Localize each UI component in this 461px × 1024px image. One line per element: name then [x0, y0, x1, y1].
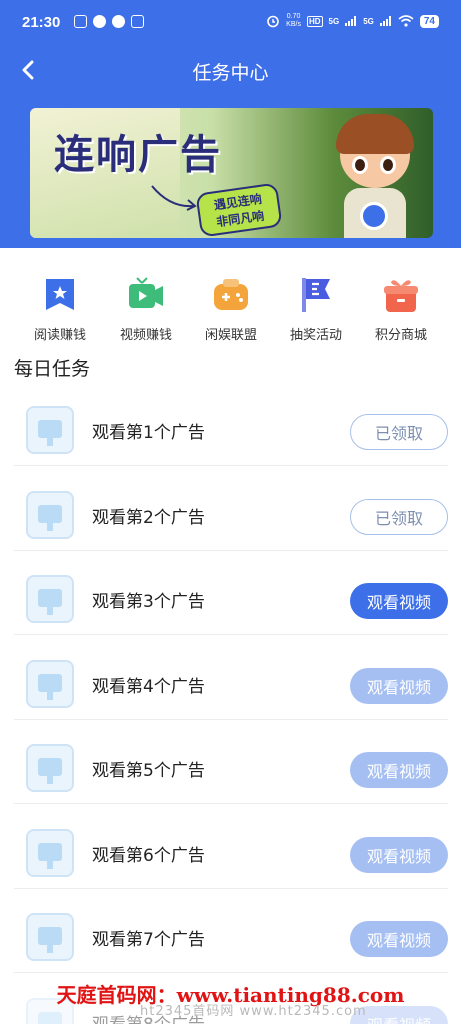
shortcut-read-earn[interactable]: 阅读赚钱	[20, 276, 100, 343]
claimed-button[interactable]: 已领取	[350, 414, 448, 450]
shortcut-leisure-alliance[interactable]: 闲娱联盟	[191, 276, 271, 343]
task-label: 观看第5个广告	[92, 761, 205, 781]
section-title: 每日任务	[14, 358, 91, 380]
ad-board-icon	[26, 659, 74, 708]
banner-subtitle: 遇见连响 非同凡响	[195, 182, 283, 238]
claimed-button[interactable]: 已领取	[350, 498, 448, 535]
shortcut-label: 阅读赚钱	[33, 328, 86, 343]
mascot-eye-left	[352, 156, 368, 174]
flag-icon	[302, 278, 330, 312]
ad-board-screen	[38, 589, 62, 607]
arrow-icon	[151, 185, 197, 211]
signal-bars-icon	[345, 16, 357, 26]
status-bar: 21:30 0.70 KB/s HD 5G 5G 74	[0, 0, 461, 48]
task-label: 观看第2个广告	[92, 507, 205, 528]
task-label: 观看第4个广告	[92, 676, 205, 697]
network-speed: 0.70 KB/s	[286, 13, 301, 29]
calendar-icon	[131, 15, 144, 28]
mascot-character	[330, 112, 420, 238]
video-icon	[129, 277, 163, 308]
task-label: 观看第1个广告	[92, 423, 205, 443]
gallery-icon	[74, 15, 87, 28]
mascot-hair	[336, 114, 414, 154]
wifi-icon	[398, 15, 414, 27]
net-speed-value: 0.70	[286, 13, 301, 20]
watch-video-button[interactable]: 观看视频	[350, 583, 448, 619]
watch-video-button[interactable]: 观看视频	[350, 667, 448, 704]
mascot-badge-icon	[360, 202, 388, 230]
status-indicators: 0.70 KB/s HD 5G 5G 74	[266, 13, 439, 29]
page-title: 任务中心	[192, 62, 269, 84]
ad-board-screen	[38, 842, 62, 861]
shortcut-points-mall[interactable]: 积分商城	[361, 276, 441, 343]
ad-board-screen	[38, 758, 62, 776]
header: 21:30 0.70 KB/s HD 5G 5G 74 任务中心 连响广告 遇见…	[0, 0, 461, 248]
shortcut-video-earn[interactable]: 视频赚钱	[106, 276, 186, 343]
ad-board-stand	[47, 860, 53, 869]
shortcut-lottery[interactable]: 抽奖活动	[276, 276, 356, 343]
bookmark-icon	[46, 279, 74, 310]
nav-bar: 任务中心	[0, 48, 461, 92]
task-row: 观看第6个广告 观看视频	[14, 805, 448, 889]
status-app-icons	[74, 15, 144, 28]
battery-level: 74	[419, 14, 439, 28]
ad-board-icon	[26, 913, 74, 961]
alarm-icon	[267, 15, 279, 28]
gift-icon	[384, 280, 418, 312]
watermark-sub: ht2345首码网 www.ht2345.com	[140, 1004, 367, 1019]
ad-board-stand	[47, 776, 53, 784]
ad-board-screen	[38, 504, 62, 523]
ad-board-icon	[26, 744, 74, 792]
ad-board-screen	[38, 927, 62, 945]
watch-video-button[interactable]: 观看视频	[350, 752, 448, 788]
signal-1-label: 5G	[328, 16, 340, 26]
ad-board-screen	[38, 673, 62, 692]
ad-board-stand	[47, 945, 53, 953]
shortcut-label: 视频赚钱	[119, 328, 172, 343]
chat-icon	[93, 15, 106, 28]
ad-board-icon	[26, 490, 74, 539]
ad-board-icon	[26, 575, 74, 623]
task-row: 观看第5个广告 观看视频	[14, 720, 448, 804]
task-row: 观看第1个广告 已领取	[14, 382, 448, 466]
ad-board-stand	[47, 691, 53, 700]
task-label: 观看第6个广告	[92, 845, 205, 866]
shortcut-label: 抽奖活动	[289, 328, 342, 343]
promo-banner[interactable]: 连响广告 遇见连响 非同凡响	[30, 108, 433, 238]
task-row: 观看第2个广告 已领取	[14, 467, 448, 551]
ad-board-stand	[47, 438, 53, 446]
ad-board-screen	[38, 420, 62, 438]
shortcut-label: 积分商城	[374, 328, 427, 343]
signal-bars-2-icon	[379, 16, 391, 26]
watch-video-button[interactable]: 观看视频	[350, 921, 448, 957]
ad-board-icon	[26, 828, 74, 877]
ad-board-icon	[26, 406, 74, 454]
shortcut-row: 阅读赚钱 视频赚钱 闲娱联盟 抽奖活动 积分商城	[0, 276, 461, 346]
mascot-eye-right	[380, 156, 396, 174]
status-time: 21:30	[22, 14, 61, 31]
watch-video-button[interactable]: 观看视频	[350, 836, 448, 873]
ad-board-stand	[47, 522, 53, 531]
qq-icon	[112, 15, 125, 28]
hd-badge: HD	[306, 15, 323, 27]
net-speed-unit: KB/s	[286, 21, 301, 28]
ad-board-stand	[47, 607, 53, 615]
gamepad-icon	[214, 279, 248, 310]
signal-2-label: 5G	[363, 16, 374, 26]
task-row: 观看第3个广告 观看视频	[14, 551, 448, 635]
shortcut-label: 闲娱联盟	[204, 328, 257, 343]
task-label: 观看第7个广告	[92, 930, 205, 950]
task-row: 观看第7个广告 观看视频	[14, 889, 448, 973]
task-row: 观看第4个广告 观看视频	[14, 636, 448, 720]
banner-title: 连响广告	[54, 132, 222, 178]
task-label: 观看第3个广告	[92, 592, 205, 612]
